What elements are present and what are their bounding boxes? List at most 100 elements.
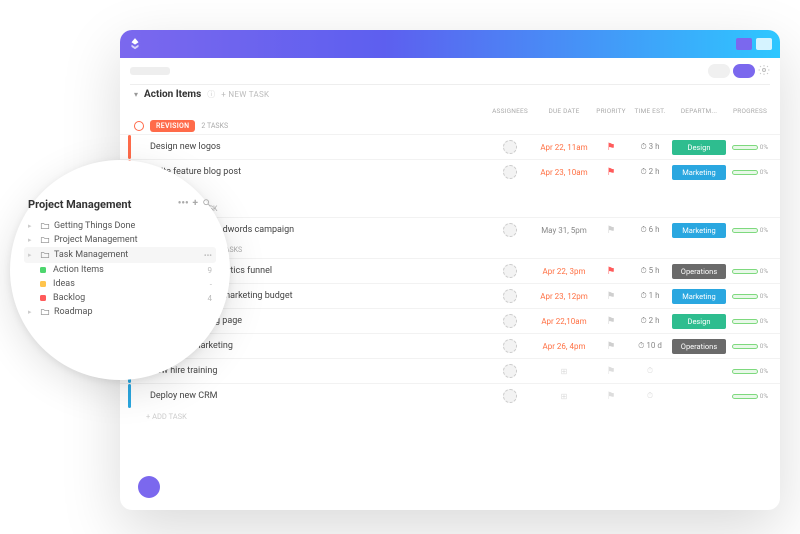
progress[interactable]: 0% <box>728 267 772 275</box>
search-icon[interactable] <box>202 198 212 211</box>
priority-flag-icon[interactable]: ⚑ <box>592 142 630 153</box>
assignee-avatar[interactable] <box>503 223 517 237</box>
sidebar-item[interactable]: ▸Getting Things Done <box>28 219 212 233</box>
toolbar <box>120 58 780 84</box>
due-date-empty[interactable]: ⊞ <box>536 367 592 376</box>
due-date[interactable]: Apr 22,10am <box>536 317 592 326</box>
more-icon[interactable]: ••• <box>204 251 212 260</box>
sidebar-item[interactable]: ▸Project Management <box>28 233 212 247</box>
progress[interactable]: 0% <box>728 168 772 176</box>
view-toggle-off[interactable] <box>708 64 730 78</box>
progress[interactable]: 0% <box>728 317 772 325</box>
chevron-right-icon[interactable]: ▸ <box>28 236 36 244</box>
time-est[interactable]: ⏱ 5 h <box>630 266 670 276</box>
due-date[interactable]: Apr 22, 3pm <box>536 267 592 276</box>
dept-tag[interactable]: Operations <box>672 264 726 279</box>
assignee-avatar[interactable] <box>503 264 517 278</box>
window-btn-1[interactable] <box>736 38 752 50</box>
assignee-avatar[interactable] <box>503 389 517 403</box>
priority-flag-icon[interactable]: ⚑ <box>592 225 630 236</box>
time-est-empty[interactable]: ⏱ <box>630 391 670 401</box>
list-title: Action Items <box>144 89 201 100</box>
progress[interactable]: 0% <box>728 143 772 151</box>
sidebar-title: Project Management ••• + <box>28 198 212 211</box>
dept-tag[interactable]: Operations <box>672 339 726 354</box>
dept-tag[interactable]: Marketing <box>672 223 726 238</box>
task-row[interactable]: New hire training ⊞ ⚑ ⏱ 0% <box>120 358 780 383</box>
sidebar-item[interactable]: Ideas- <box>28 277 212 291</box>
priority-flag-icon[interactable]: ⚑ <box>592 167 630 178</box>
window-btn-2[interactable] <box>756 38 772 50</box>
time-est[interactable]: ⏱ 2 h <box>630 316 670 326</box>
sidebar-item[interactable]: ▸ Task Management ••• <box>24 247 216 263</box>
assignee-avatar[interactable] <box>503 140 517 154</box>
assignee-avatar[interactable] <box>503 165 517 179</box>
status-dot-icon[interactable] <box>134 121 144 131</box>
sidebar-item-label: Task Management <box>54 250 128 260</box>
due-date[interactable]: Apr 22, 11am <box>536 143 592 152</box>
progress[interactable]: 0% <box>728 292 772 300</box>
priority-flag-icon[interactable]: ⚑ <box>592 316 630 327</box>
sidebar-item-label: Backlog <box>53 293 85 303</box>
status-pill[interactable]: REVISION <box>150 120 195 132</box>
time-est[interactable]: ⏱ 1 h <box>630 291 670 301</box>
sidebar-item-label: Action Items <box>53 265 104 275</box>
task-row[interactable]: Design new logos Apr 22, 11am ⚑ ⏱ 3 h De… <box>120 134 780 159</box>
view-toggle-on[interactable] <box>733 64 755 78</box>
priority-flag-icon[interactable]: ⚑ <box>592 291 630 302</box>
more-icon[interactable]: ••• <box>178 198 189 211</box>
info-icon[interactable]: ⓘ <box>207 89 215 100</box>
due-date[interactable]: May 31, 5pm <box>536 226 592 235</box>
time-est[interactable]: ⏱ 10 d <box>630 341 670 351</box>
progress[interactable]: 0% <box>728 226 772 234</box>
task-row[interactable]: Write feature blog post Apr 23, 10am ⚑ ⏱… <box>120 159 780 184</box>
list-header: ▾ Action Items ⓘ + NEW TASK <box>120 85 780 104</box>
progress[interactable]: 0% <box>728 367 772 375</box>
assignee-avatar[interactable] <box>503 289 517 303</box>
add-task-button[interactable]: + ADD TASK <box>120 184 780 201</box>
priority-flag-icon[interactable]: ⚑ <box>592 341 630 352</box>
time-est[interactable]: ⏱ 6 h <box>630 225 670 235</box>
chevron-right-icon[interactable]: ▸ <box>28 308 36 316</box>
collapse-icon[interactable]: ▾ <box>134 90 138 99</box>
assignee-avatar[interactable] <box>503 364 517 378</box>
task-name[interactable]: Deploy new CRM <box>148 391 484 401</box>
sidebar-item[interactable]: ▸Roadmap <box>28 305 212 319</box>
chevron-right-icon[interactable]: ▸ <box>28 222 36 230</box>
dept-tag[interactable]: Marketing <box>672 289 726 304</box>
add-icon[interactable]: + <box>193 198 198 211</box>
priority-flag-icon[interactable]: ⚑ <box>592 366 630 377</box>
task-name[interactable]: Design new logos <box>148 142 484 152</box>
add-task-button[interactable]: + ADD TASK <box>120 408 780 425</box>
assignee-avatar[interactable] <box>503 339 517 353</box>
time-est[interactable]: ⏱ 2 h <box>630 167 670 177</box>
priority-flag-icon[interactable]: ⚑ <box>592 266 630 277</box>
priority-flag-icon[interactable]: ⚑ <box>592 391 630 402</box>
folder-icon <box>40 250 50 260</box>
folder-icon <box>40 307 50 317</box>
item-count: 9 <box>208 266 213 275</box>
due-date[interactable]: Apr 26, 4pm <box>536 342 592 351</box>
time-est-empty[interactable]: ⏱ <box>630 366 670 376</box>
dept-tag[interactable]: Design <box>672 140 726 155</box>
sidebar-item[interactable]: Backlog4 <box>28 291 212 305</box>
gear-icon[interactable] <box>758 64 770 76</box>
task-name[interactable]: New hire training <box>148 366 484 376</box>
assignee-avatar[interactable] <box>503 314 517 328</box>
progress[interactable]: 0% <box>728 392 772 400</box>
progress[interactable]: 0% <box>728 342 772 350</box>
due-date-empty[interactable]: ⊞ <box>536 392 592 401</box>
col-assignees: ASSIGNEES <box>484 104 536 118</box>
time-est[interactable]: ⏱ 3 h <box>630 142 670 152</box>
task-row[interactable]: Deploy new CRM ⊞ ⚑ ⏱ 0% <box>120 383 780 408</box>
due-date[interactable]: Apr 23, 12pm <box>536 292 592 301</box>
task-row[interactable]: Hire VP of marketing Apr 26, 4pm ⚑ ⏱ 10 … <box>120 333 780 358</box>
task-name[interactable]: Write feature blog post <box>148 167 484 177</box>
chevron-right-icon[interactable]: ▸ <box>28 251 36 259</box>
dept-tag[interactable]: Design <box>672 314 726 329</box>
due-date[interactable]: Apr 23, 10am <box>536 168 592 177</box>
chat-icon[interactable] <box>138 476 160 498</box>
dept-tag[interactable]: Marketing <box>672 165 726 180</box>
new-task-button[interactable]: + NEW TASK <box>221 90 269 99</box>
sidebar-item[interactable]: Action Items 9 <box>28 263 212 277</box>
